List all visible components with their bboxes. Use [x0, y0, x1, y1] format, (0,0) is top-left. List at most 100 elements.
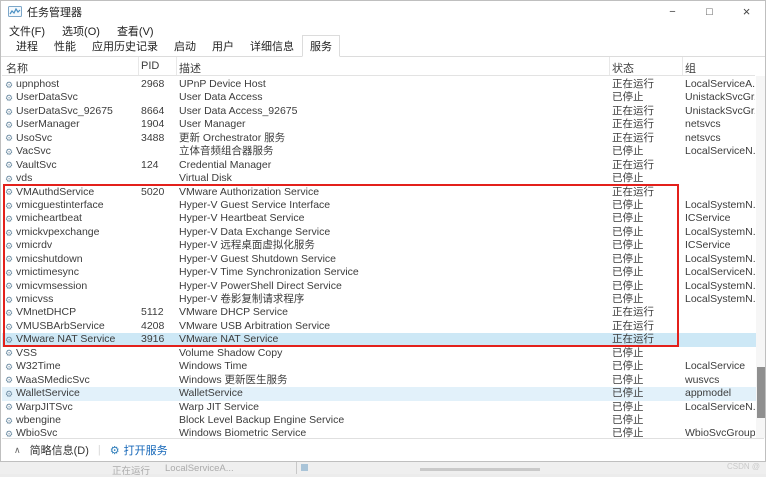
service-pid-cell: 2968: [139, 78, 177, 91]
column-header-status[interactable]: 状态: [610, 57, 683, 75]
service-pid-cell: 8664: [139, 105, 177, 118]
service-pid-cell: [139, 414, 177, 427]
service-desc-cell: VMware NAT Service: [177, 333, 610, 346]
service-pid-cell: [139, 374, 177, 387]
table-row[interactable]: ⚙WbioSvcWindows Biometric Service已停止Wbio…: [2, 427, 757, 438]
maximize-button[interactable]: □: [691, 1, 728, 22]
table-row[interactable]: ⚙VSSVolume Shadow Copy已停止: [2, 347, 757, 360]
service-desc-cell: Hyper-V Time Synchronization Service: [177, 266, 610, 279]
services-gear-icon: ⚙: [110, 444, 120, 457]
service-status-cell: 已停止: [610, 387, 683, 400]
table-row[interactable]: ⚙VMnetDHCP5112VMware DHCP Service正在运行: [2, 306, 757, 319]
service-group-cell: [683, 159, 755, 172]
tab-性能[interactable]: 性能: [46, 35, 84, 57]
column-header-description[interactable]: 描述: [177, 57, 610, 75]
minimize-button[interactable]: −: [654, 1, 691, 22]
service-gear-icon: ⚙: [5, 174, 16, 184]
service-name-cell: ⚙VMware NAT Service: [2, 333, 139, 346]
service-name-text: UsoSvc: [16, 132, 52, 145]
table-row[interactable]: ⚙UsoSvc3488更新 Orchestrator 服务正在运行netsvcs: [2, 132, 757, 145]
close-button[interactable]: ×: [728, 1, 765, 22]
service-desc-cell: VMware Authorization Service: [177, 186, 610, 199]
table-row[interactable]: ⚙WalletServiceWalletService已停止appmodel: [2, 387, 757, 400]
service-name-text: WaaSMedicSvc: [16, 374, 90, 387]
service-group-cell: [683, 320, 755, 333]
table-row[interactable]: ⚙W32TimeWindows Time已停止LocalService: [2, 360, 757, 373]
service-desc-cell: Hyper-V PowerShell Direct Service: [177, 280, 610, 293]
service-name-text: VaultSvc: [16, 159, 57, 172]
table-row[interactable]: ⚙vmickvpexchangeHyper-V Data Exchange Se…: [2, 226, 757, 239]
service-name-text: vmickvpexchange: [16, 226, 99, 239]
service-status-cell: 已停止: [610, 374, 683, 387]
footer-bar: ∧ 简略信息(D) | ⚙ 打开服务: [2, 438, 764, 461]
column-header-name[interactable]: ˆ 名称: [2, 57, 139, 75]
service-desc-cell: Warp JIT Service: [177, 401, 610, 414]
table-row[interactable]: ⚙vmicguestinterfaceHyper-V Guest Service…: [2, 199, 757, 212]
service-desc-cell: Hyper-V Guest Shutdown Service: [177, 253, 610, 266]
service-group-cell: LocalSystemN...: [683, 199, 755, 212]
service-desc-cell: 更新 Orchestrator 服务: [177, 132, 610, 145]
service-desc-cell: User Data Access: [177, 91, 610, 104]
service-status-cell: 已停止: [610, 401, 683, 414]
table-row[interactable]: ⚙VMware NAT Service3916VMware NAT Servic…: [2, 333, 757, 346]
service-group-cell: ICService: [683, 239, 755, 252]
fewer-details-button[interactable]: 简略信息(D): [30, 442, 89, 458]
tab-启动[interactable]: 启动: [166, 35, 204, 57]
table-row[interactable]: ⚙vmicvmsessionHyper-V PowerShell Direct …: [2, 280, 757, 293]
table-row[interactable]: ⚙VacSvc立体音频组合器服务已停止LocalServiceN...: [2, 145, 757, 158]
service-status-cell: 已停止: [610, 293, 683, 306]
service-name-cell: ⚙wbengine: [2, 414, 139, 427]
table-row[interactable]: ⚙VMUSBArbService4208VMware USB Arbitrati…: [2, 320, 757, 333]
service-group-cell: ICService: [683, 212, 755, 225]
tab-进程[interactable]: 进程: [8, 35, 46, 57]
service-pid-cell: [139, 226, 177, 239]
column-header-group[interactable]: 组: [683, 57, 755, 75]
service-desc-cell: Hyper-V 远程桌面虚拟化服务: [177, 239, 610, 252]
service-desc-cell: Hyper-V Heartbeat Service: [177, 212, 610, 225]
service-pid-cell: 3488: [139, 132, 177, 145]
tab-用户[interactable]: 用户: [204, 35, 242, 57]
service-desc-cell: VMware USB Arbitration Service: [177, 320, 610, 333]
service-name-cell: ⚙vmickvpexchange: [2, 226, 139, 239]
table-row[interactable]: ⚙vmicrdvHyper-V 远程桌面虚拟化服务已停止ICService: [2, 239, 757, 252]
service-status-cell: 已停止: [610, 199, 683, 212]
table-row[interactable]: ⚙vmicheartbeatHyper-V Heartbeat Service已…: [2, 212, 757, 225]
vertical-scrollbar-thumb[interactable]: [757, 367, 765, 418]
service-status-cell: 已停止: [610, 414, 683, 427]
table-row[interactable]: ⚙vmicvssHyper-V 卷影复制请求程序已停止LocalSystemN.…: [2, 293, 757, 306]
table-row[interactable]: ⚙VMAuthdService5020VMware Authorization …: [2, 186, 757, 199]
table-row[interactable]: ⚙UserDataSvcUser Data Access已停止UnistackS…: [2, 91, 757, 104]
tab-strip: 进程性能应用历史记录启动用户详细信息服务: [1, 39, 765, 57]
table-row[interactable]: ⚙WaaSMedicSvcWindows 更新医生服务已停止wusvcs: [2, 374, 757, 387]
service-desc-cell: UPnP Device Host: [177, 78, 610, 91]
service-name-cell: ⚙VaultSvc: [2, 159, 139, 172]
service-name-cell: ⚙vmicrdv: [2, 239, 139, 252]
service-gear-icon: ⚙: [5, 214, 16, 224]
service-status-cell: 已停止: [610, 172, 683, 185]
tab-应用历史记录[interactable]: 应用历史记录: [84, 35, 166, 57]
service-pid-cell: [139, 427, 177, 438]
service-name-text: upnphost: [16, 78, 59, 91]
tab-详细信息[interactable]: 详细信息: [242, 35, 302, 57]
open-services-link[interactable]: 打开服务: [124, 442, 168, 458]
table-row[interactable]: ⚙WarpJITSvcWarp JIT Service已停止LocalServi…: [2, 401, 757, 414]
service-status-cell: 正在运行: [610, 132, 683, 145]
service-gear-icon: ⚙: [5, 322, 16, 332]
service-name-text: vmicrdv: [16, 239, 52, 252]
table-row[interactable]: ⚙vmicshutdownHyper-V Guest Shutdown Serv…: [2, 253, 757, 266]
service-name-text: VMnetDHCP: [16, 306, 76, 319]
table-row[interactable]: ⚙VaultSvc124Credential Manager正在运行: [2, 159, 757, 172]
service-status-cell: 正在运行: [610, 186, 683, 199]
service-group-cell: LocalServiceN...: [683, 401, 755, 414]
table-row[interactable]: ⚙UserManager1904User Manager正在运行netsvcs: [2, 118, 757, 131]
column-header-pid[interactable]: PID: [139, 57, 177, 75]
tab-服务[interactable]: 服务: [302, 35, 340, 57]
table-row[interactable]: ⚙upnphost2968UPnP Device Host正在运行LocalSe…: [2, 78, 757, 91]
service-name-text: UserDataSvc_92675: [16, 105, 113, 118]
table-row[interactable]: ⚙vdsVirtual Disk已停止: [2, 172, 757, 185]
table-row[interactable]: ⚙wbengineBlock Level Backup Engine Servi…: [2, 414, 757, 427]
service-name-cell: ⚙upnphost: [2, 78, 139, 91]
window-title: 任务管理器: [27, 4, 82, 20]
table-row[interactable]: ⚙vmictimesyncHyper-V Time Synchronizatio…: [2, 266, 757, 279]
table-row[interactable]: ⚙UserDataSvc_926758664User Data Access_9…: [2, 105, 757, 118]
